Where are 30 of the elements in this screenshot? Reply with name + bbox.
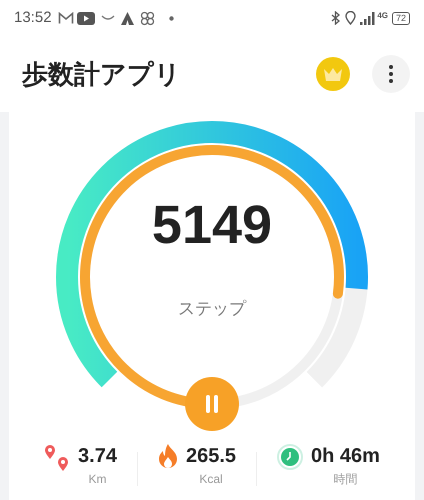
fan-icon <box>140 10 155 26</box>
stat-value: 3.74 <box>78 444 117 468</box>
stat-value: 265.5 <box>186 444 236 468</box>
dot-icon <box>168 16 174 20</box>
pause-icon <box>205 395 219 413</box>
curve-icon <box>100 14 115 22</box>
video-icon <box>76 12 95 24</box>
triangle-icon <box>120 12 134 24</box>
flame-icon <box>158 444 178 468</box>
step-unit: ステップ <box>178 298 246 320</box>
more-button[interactable] <box>372 55 410 93</box>
mail-icon <box>58 12 74 24</box>
stat-value: 0h 46m <box>311 444 380 468</box>
premium-button[interactable] <box>316 57 350 91</box>
crown-icon <box>324 68 342 80</box>
signal-icon <box>360 12 376 24</box>
network-label: 4G <box>377 12 388 20</box>
bluetooth-icon <box>331 11 340 25</box>
pins-icon <box>44 444 70 472</box>
step-count: 5149 <box>152 198 272 252</box>
stat-label: 時間 <box>334 471 358 488</box>
app-title: 歩数計アプリ <box>22 58 181 90</box>
pause-button[interactable] <box>185 377 239 431</box>
location-icon <box>345 11 356 25</box>
clock-icon <box>277 444 304 470</box>
stat-label: Kcal <box>199 471 223 488</box>
status-time: 13:52 <box>14 8 52 28</box>
battery-indicator: 72 <box>392 12 410 24</box>
stat-label: Km <box>88 471 106 488</box>
more-icon <box>389 65 393 83</box>
